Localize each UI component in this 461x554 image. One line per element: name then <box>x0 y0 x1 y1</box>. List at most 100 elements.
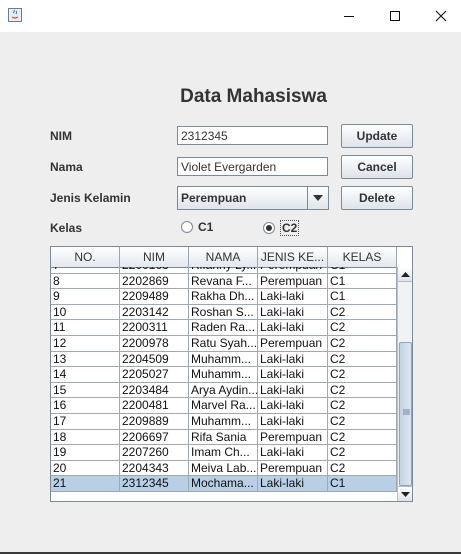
cell-kelas[interactable]: C2 <box>328 398 397 414</box>
cell-no[interactable]: 13 <box>51 351 120 368</box>
cell-jenis-kelamin[interactable]: Laki-laki <box>258 304 328 321</box>
cell-kelas[interactable]: C2 <box>328 413 397 430</box>
table-row[interactable]: 72200163Rifanny Ly...PerempuanC1 <box>51 267 397 274</box>
cell-nim[interactable]: 2312345 <box>120 476 189 492</box>
cell-nim[interactable]: 2204509 <box>120 351 189 368</box>
cell-no[interactable]: 17 <box>51 413 120 430</box>
cell-kelas[interactable]: C1 <box>328 273 397 290</box>
cell-kelas[interactable]: C1 <box>328 476 397 492</box>
cell-nim[interactable]: 2204343 <box>120 460 189 477</box>
cell-nim[interactable]: 2202869 <box>120 273 189 290</box>
table-row[interactable]: 10 2203142 Roshan S... Laki-laki C2 <box>51 304 397 321</box>
table-row[interactable]: 21 2312345 Mochama... Laki-laki C1 <box>51 476 397 492</box>
cell-kelas[interactable]: C2 <box>328 445 397 461</box>
cell-nim[interactable]: 2203142 <box>120 304 189 321</box>
scroll-down-button[interactable] <box>398 486 412 501</box>
cell-nama[interactable]: Meiva Lab... <box>189 460 258 477</box>
cell-kelas[interactable]: C1 <box>328 267 397 274</box>
cell-jenis-kelamin[interactable]: Perempuan <box>258 460 328 477</box>
cell-jenis-kelamin[interactable]: Laki-laki <box>258 351 328 368</box>
cell-kelas[interactable]: C1 <box>328 289 397 305</box>
chevron-down-icon[interactable] <box>307 187 328 209</box>
cell-nim[interactable]: 2200481 <box>120 398 189 414</box>
cell-nim[interactable]: 2205027 <box>120 367 189 383</box>
cell-nama[interactable]: Marvel Ra... <box>189 398 258 414</box>
cell-kelas[interactable]: C2 <box>328 429 397 446</box>
cell-no[interactable]: 12 <box>51 335 120 352</box>
table-row[interactable]: 16 2200481 Marvel Ra... Laki-laki C2 <box>51 398 397 414</box>
vertical-scrollbar[interactable] <box>397 267 412 501</box>
table-row[interactable]: 20 2204343 Meiva Lab... Perempuan C2 <box>51 460 397 477</box>
column-header-nim[interactable]: NIM <box>120 247 189 267</box>
table-row[interactable]: 14 2205027 Muhamm... Laki-laki C2 <box>51 367 397 383</box>
cell-kelas[interactable]: C2 <box>328 320 397 336</box>
update-button[interactable]: Update <box>341 124 413 148</box>
table-row[interactable]: 9 2209489 Rakha Dh... Laki-laki C1 <box>51 289 397 305</box>
table-row[interactable]: 19 2207260 Imam Ch... Laki-laki C2 <box>51 445 397 461</box>
cell-kelas[interactable]: C2 <box>328 351 397 368</box>
table-row[interactable]: 8 2202869 Revana F... Perempuan C1 <box>51 273 397 290</box>
cell-kelas[interactable]: C2 <box>328 304 397 321</box>
cell-nama[interactable]: Rifa Sania <box>189 429 258 446</box>
column-header-jenis-kelamin[interactable]: JENIS KE... <box>258 247 328 267</box>
kelas-radio-c1[interactable]: C1 <box>181 220 213 234</box>
nama-field[interactable]: Violet Evergarden <box>177 157 328 176</box>
table-row[interactable]: 15 2203484 Arya Aydin... Laki-laki C2 <box>51 382 397 399</box>
cell-kelas[interactable]: C2 <box>328 382 397 399</box>
cell-nama[interactable]: Rakha Dh... <box>189 289 258 305</box>
cell-no[interactable]: 19 <box>51 445 120 461</box>
cell-jenis-kelamin[interactable]: Perempuan <box>258 335 328 352</box>
cell-nim[interactable]: 2200163 <box>120 267 189 274</box>
cell-nim[interactable]: 2200978 <box>120 335 189 352</box>
cell-nim[interactable]: 2203484 <box>120 382 189 399</box>
table-row[interactable]: 17 2209889 Muhamm... Laki-laki C2 <box>51 413 397 430</box>
cell-jenis-kelamin[interactable]: Laki-laki <box>258 320 328 336</box>
cell-jenis-kelamin[interactable]: Perempuan <box>258 273 328 290</box>
cell-jenis-kelamin[interactable]: Laki-laki <box>258 413 328 430</box>
cell-no[interactable]: 7 <box>51 267 120 274</box>
cell-nim[interactable]: 2207260 <box>120 445 189 461</box>
cell-nim[interactable]: 2209889 <box>120 413 189 430</box>
cell-jenis-kelamin[interactable]: Laki-laki <box>258 289 328 305</box>
cell-nama[interactable]: Muhamm... <box>189 367 258 383</box>
cell-nama[interactable]: Mochama... <box>189 476 258 492</box>
cell-no[interactable]: 21 <box>51 476 120 492</box>
table-row[interactable]: 18 2206697 Rifa Sania Perempuan C2 <box>51 429 397 446</box>
cell-no[interactable]: 16 <box>51 398 120 414</box>
cell-jenis-kelamin[interactable]: Laki-laki <box>258 398 328 414</box>
cell-nim[interactable]: 2206697 <box>120 429 189 446</box>
table-row[interactable]: 12 2200978 Ratu Syah... Perempuan C2 <box>51 335 397 352</box>
cell-jenis-kelamin[interactable]: Laki-laki <box>258 367 328 383</box>
cell-nama[interactable]: Muhamm... <box>189 351 258 368</box>
cell-kelas[interactable]: C2 <box>328 335 397 352</box>
column-header-no[interactable]: NO. <box>51 247 120 267</box>
cell-jenis-kelamin[interactable]: Laki-laki <box>258 476 328 492</box>
cell-no[interactable]: 18 <box>51 429 120 446</box>
cell-nama[interactable]: Imam Ch... <box>189 445 258 461</box>
cell-nama[interactable]: Revana F... <box>189 273 258 290</box>
cell-no[interactable]: 9 <box>51 289 120 305</box>
cell-no[interactable]: 20 <box>51 460 120 477</box>
cell-nim[interactable]: 2209489 <box>120 289 189 305</box>
cell-no[interactable]: 8 <box>51 273 120 290</box>
cell-nama[interactable]: Ratu Syah... <box>189 335 258 352</box>
minimize-button[interactable] <box>326 0 372 32</box>
column-header-nama[interactable]: NAMA <box>189 247 258 267</box>
scrollbar-thumb[interactable] <box>399 342 412 486</box>
cell-nama[interactable]: Roshan S... <box>189 304 258 321</box>
scroll-up-button[interactable] <box>398 267 412 282</box>
cell-jenis-kelamin[interactable]: Laki-laki <box>258 382 328 399</box>
maximize-button[interactable] <box>372 0 418 32</box>
cell-no[interactable]: 15 <box>51 382 120 399</box>
cell-no[interactable]: 14 <box>51 367 120 383</box>
cell-jenis-kelamin[interactable]: Laki-laki <box>258 445 328 461</box>
cell-nama[interactable]: Muhamm... <box>189 413 258 430</box>
cell-kelas[interactable]: C2 <box>328 367 397 383</box>
cell-nim[interactable]: 2200311 <box>120 320 189 336</box>
cell-no[interactable]: 11 <box>51 320 120 336</box>
cell-jenis-kelamin[interactable]: Perempuan <box>258 429 328 446</box>
table-row[interactable]: 13 2204509 Muhamm... Laki-laki C2 <box>51 351 397 368</box>
gender-select[interactable]: Perempuan <box>177 186 329 210</box>
cell-kelas[interactable]: C2 <box>328 460 397 477</box>
nim-field[interactable]: 2312345 <box>177 126 328 145</box>
